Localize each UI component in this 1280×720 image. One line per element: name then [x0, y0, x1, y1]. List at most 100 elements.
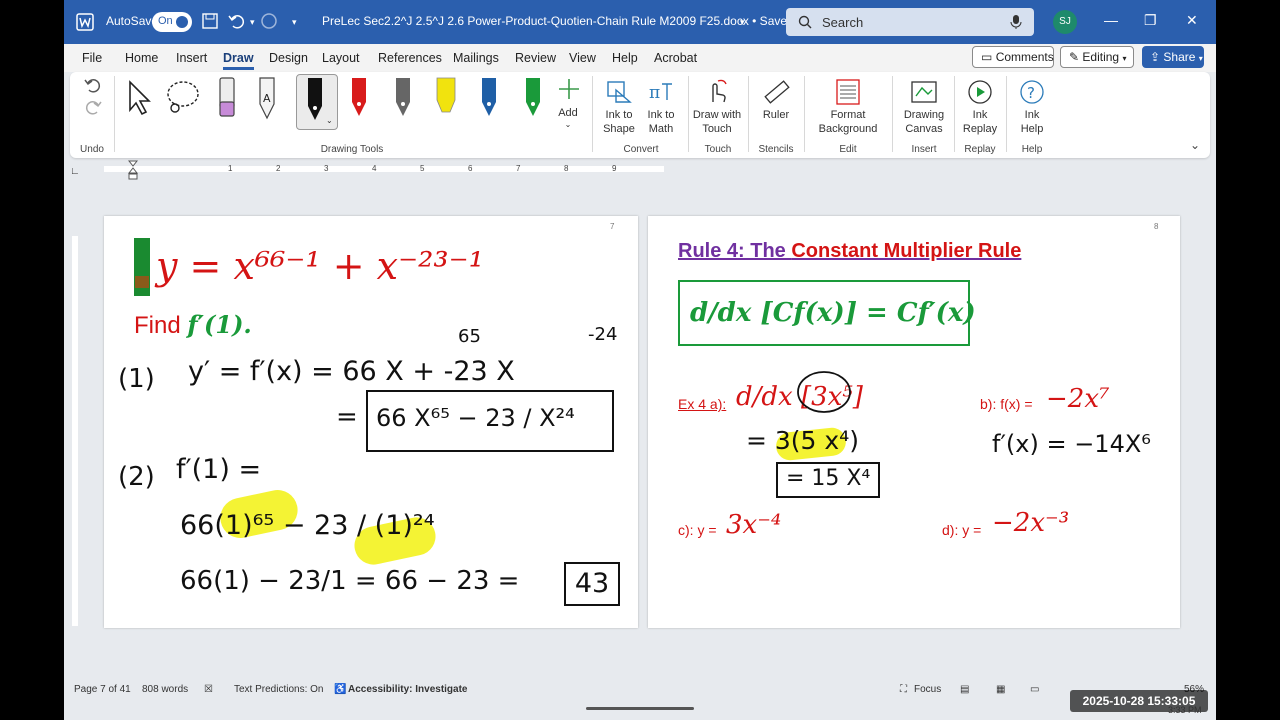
ex4a-step2: = 15 X⁴ — [776, 462, 881, 498]
b-answer: f′(x) = −14X⁶ — [992, 430, 1151, 458]
document-page-8[interactable]: 8 Rule 4: The Constant Multiplier Rule d… — [648, 216, 1180, 628]
word-count[interactable]: 808 words — [142, 684, 188, 695]
ink-help-label-1: Ink — [1024, 109, 1040, 121]
menu-file[interactable]: File — [82, 51, 102, 65]
menu-bar: File Home Insert Draw Design Layout Refe… — [64, 44, 1216, 72]
ink-replay-button[interactable]: Ink Replay — [958, 76, 1002, 140]
title-bar: AutoSave On ▾ ▾ PreLec Sec2.2^J 2.5^J 2.… — [64, 0, 1216, 44]
svg-text:π: π — [649, 83, 660, 103]
accessibility-status[interactable]: Accessibility: Investigate — [348, 684, 468, 695]
accessibility-icon: ♿ — [334, 684, 347, 695]
search-box[interactable]: Search — [786, 8, 1034, 36]
menu-view[interactable]: View — [569, 51, 596, 65]
find-line: Find f′(1). — [134, 310, 252, 340]
select-objects-icon[interactable] — [124, 80, 154, 116]
share-icon: ⇪ — [1150, 50, 1161, 64]
ink-to-math-icon: π — [649, 83, 672, 103]
ink-replay-label-2: Replay — [962, 123, 998, 135]
editing-button[interactable]: ✎ Editing ▾ — [1060, 46, 1134, 68]
d-label: d): y = — [942, 522, 982, 538]
ink-help-button[interactable]: ? Ink Help — [1010, 76, 1054, 140]
green-pen-icon[interactable] — [522, 76, 544, 120]
vertical-ruler[interactable] — [72, 236, 78, 626]
menu-design[interactable]: Design — [269, 51, 308, 65]
draw-with-touch-button[interactable]: Draw with Touch — [692, 76, 742, 140]
redo-ribbon-icon[interactable] — [84, 98, 102, 116]
page-count[interactable]: Page 7 of 41 — [74, 684, 131, 695]
lasso-select-icon[interactable] — [164, 78, 204, 118]
read-mode-icon[interactable]: ▤ — [960, 684, 969, 695]
equals-sign: = — [336, 402, 358, 432]
draw-with-touch-label-1: Draw with — [692, 109, 742, 121]
indent-marker-icon[interactable] — [128, 160, 138, 180]
avatar[interactable]: SJ — [1053, 10, 1077, 34]
touch-hand-icon — [712, 79, 727, 103]
ink-to-shape-button[interactable]: Ink to Shape — [596, 76, 642, 140]
menu-references[interactable]: References — [378, 51, 442, 65]
step1-label: (1) — [118, 364, 155, 394]
print-layout-icon[interactable]: ▦ — [996, 684, 1005, 695]
menu-mailings[interactable]: Mailings — [453, 51, 499, 65]
drawing-canvas-button[interactable]: Drawing Canvas — [896, 76, 952, 140]
ruler-button[interactable]: Ruler — [754, 76, 798, 140]
c-expression: 3x⁻⁴ — [726, 510, 782, 540]
word-icon[interactable] — [76, 13, 94, 31]
autosave-toggle[interactable]: On — [152, 12, 192, 32]
document-title: PreLec Sec2.2^J 2.5^J 2.6 Power-Product-… — [322, 14, 794, 28]
share-button[interactable]: ⇪ Share ▾ — [1142, 46, 1204, 68]
yellow-highlighter-icon[interactable] — [434, 76, 458, 120]
menu-draw[interactable]: Draw — [223, 51, 254, 70]
ink-help-icon: ? — [1020, 80, 1044, 104]
black-pen-icon[interactable] — [304, 76, 326, 124]
editing-label: Editing — [1082, 50, 1120, 64]
c-label: c): y = — [678, 522, 717, 538]
menu-acrobat[interactable]: Acrobat — [654, 51, 697, 65]
ruler-icon — [764, 80, 790, 104]
pen-dropdown-icon[interactable]: ⌄ — [326, 116, 333, 125]
menu-insert[interactable]: Insert — [176, 51, 207, 65]
collapse-ribbon-icon[interactable]: ⌄ — [1190, 138, 1200, 152]
title-dropdown-icon[interactable]: ▾ — [740, 17, 745, 28]
undo-icon[interactable] — [228, 12, 246, 30]
ruler-number: 6 — [468, 164, 473, 173]
format-background-button[interactable]: Format Background — [808, 76, 888, 140]
menu-home[interactable]: Home — [125, 51, 158, 65]
menu-help[interactable]: Help — [612, 51, 638, 65]
save-icon[interactable] — [202, 13, 218, 29]
b-expression: −2x⁷ — [1046, 384, 1110, 414]
menu-review[interactable]: Review — [515, 51, 556, 65]
search-icon — [798, 15, 812, 29]
ruler-bar — [104, 166, 664, 172]
text-predictions[interactable]: Text Predictions: On — [234, 684, 323, 695]
eraser-icon[interactable] — [216, 76, 238, 120]
horizontal-scrollbar[interactable] — [586, 707, 694, 710]
gray-pencil-icon[interactable] — [392, 76, 414, 120]
close-icon[interactable]: ✕ — [1186, 12, 1198, 29]
pencil-a-icon[interactable]: A — [256, 76, 278, 120]
maximize-icon[interactable]: ❐ — [1144, 12, 1157, 29]
add-pen-button[interactable]: Add ⌄ — [554, 76, 582, 136]
red-pen-icon[interactable] — [348, 76, 370, 120]
blue-pen-icon[interactable] — [478, 76, 500, 120]
proofing-icon[interactable]: ☒ — [204, 684, 213, 695]
document-page-7[interactable]: 7 y = x⁶⁶⁻¹ + x⁻²³⁻¹ Find f′(1). (1) y′ … — [104, 216, 638, 628]
menu-layout[interactable]: Layout — [322, 51, 360, 65]
web-layout-icon[interactable]: ▭ — [1030, 684, 1039, 695]
drawing-canvas-label-1: Drawing — [903, 109, 945, 121]
help-group-label: Help — [1021, 144, 1043, 155]
rule-heading: Rule 4: The Constant Multiplier Rule — [678, 240, 1021, 263]
redo-icon[interactable] — [260, 12, 278, 30]
focus-mode[interactable]: Focus — [914, 684, 941, 695]
microphone-icon[interactable] — [1010, 15, 1022, 29]
minimize-icon[interactable]: — — [1104, 12, 1118, 28]
ink-to-math-button[interactable]: π Ink to Math — [638, 76, 684, 140]
horizontal-ruler[interactable]: ∟ 1 2 3 4 5 6 7 8 9 — [64, 160, 1216, 180]
customize-toolbar-icon[interactable]: ▾ — [292, 17, 297, 28]
comments-button[interactable]: ▭ Comments — [972, 46, 1054, 68]
undo-dropdown-icon[interactable]: ▾ — [250, 17, 255, 28]
ink-to-shape-icon — [607, 81, 632, 103]
format-background-icon — [836, 79, 860, 105]
tab-selector-icon[interactable]: ∟ — [70, 166, 80, 177]
ex4a-step1: = 3(5 x⁴) — [746, 426, 859, 455]
undo-ribbon-icon[interactable] — [84, 76, 102, 94]
